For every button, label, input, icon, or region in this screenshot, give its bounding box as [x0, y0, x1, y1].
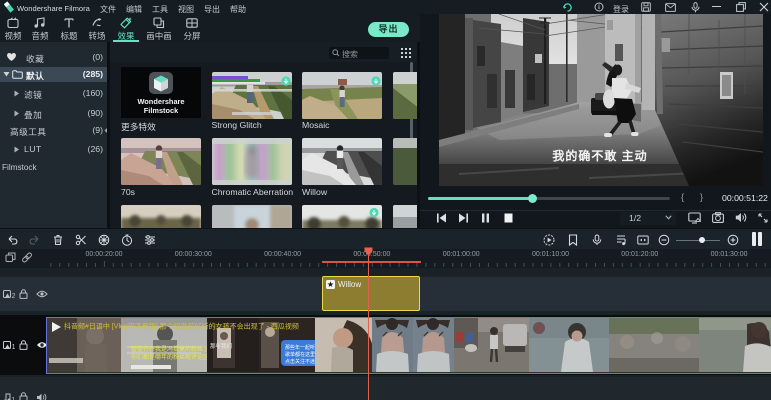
svg-text:我的确不敢 主动: 我的确不敢 主动: [552, 148, 647, 163]
svg-text:你们都是哪年的粉丝呢评论区: 你们都是哪年的粉丝呢评论区: [131, 353, 209, 361]
svg-text:2: 2: [12, 293, 15, 299]
svg-text:那年我们: 那年我们: [210, 342, 233, 350]
svg-text:1: 1: [12, 344, 15, 350]
svg-text:整整齐齐我是冯提莫的粉丝了: 整整齐齐我是冯提莫的粉丝了: [131, 345, 209, 353]
svg-text:Wondershare: Wondershare: [137, 97, 184, 106]
svg-text:Filmstock: Filmstock: [144, 106, 179, 115]
svg-text:抖音频#日语中 [Vlog带字幕版] 那个唱歌超好听的女孩不: 抖音频#日语中 [Vlog带字幕版] 那个唱歌超好听的女孩不会出现了 - 西瓜视…: [64, 322, 299, 331]
